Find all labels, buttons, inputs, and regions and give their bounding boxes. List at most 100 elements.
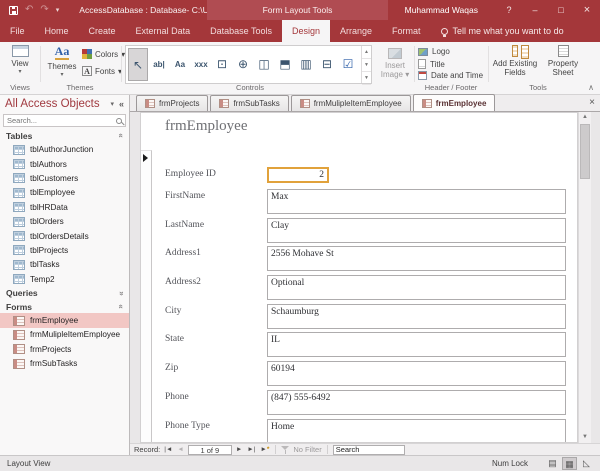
help-button[interactable]: ? <box>496 0 522 20</box>
last-record-button[interactable]: ►| <box>246 446 256 453</box>
nav-item-tblprojects[interactable]: tblProjects <box>0 243 129 257</box>
document-tab-frmprojects[interactable]: frmProjects <box>136 95 208 111</box>
layout-view-icon[interactable]: ▦ <box>562 457 577 470</box>
document-tab-frmsubtasks[interactable]: frmSubTasks <box>210 95 288 111</box>
ribbon-tab-arrange[interactable]: Arrange <box>330 20 382 42</box>
nav-search-input[interactable] <box>7 116 116 125</box>
nav-group-queries[interactable]: Queries« <box>0 286 129 300</box>
shutter-bar-icon[interactable]: « <box>119 99 124 109</box>
field-input-phone[interactable]: (847) 555-6492 <box>267 390 566 415</box>
field-input-firstname[interactable]: Max <box>267 189 566 214</box>
nav-item-temp2[interactable]: Temp2 <box>0 272 129 286</box>
vertical-scrollbar[interactable]: ▲ ▼ <box>578 112 591 443</box>
previous-record-button[interactable]: ◄ <box>176 446 184 453</box>
nav-item-tblemployee[interactable]: tblEmployee <box>0 186 129 200</box>
collapse-group-icon[interactable]: « <box>116 134 125 138</box>
nav-search-box[interactable] <box>3 114 126 127</box>
form-title[interactable]: frmEmployee <box>165 118 247 135</box>
view-button[interactable]: View ▾ <box>4 45 36 75</box>
redo-icon[interactable]: ↷ <box>40 5 48 15</box>
colors-button[interactable]: Colors ▾ <box>82 49 125 59</box>
themes-button[interactable]: Aa Themes ▾ <box>46 45 78 78</box>
record-search-input[interactable] <box>333 445 405 455</box>
ribbon-tab-external-data[interactable]: External Data <box>126 20 201 42</box>
gallery-more-icon[interactable]: ▼ <box>362 72 371 85</box>
field-input-phone-type[interactable]: Home <box>267 419 566 444</box>
combo-box-icon[interactable]: ⊟ <box>317 48 337 81</box>
close-document-icon[interactable]: × <box>589 97 595 108</box>
navigation-control-icon[interactable]: ⬒ <box>275 48 295 81</box>
hyperlink-icon[interactable]: ⊕ <box>233 48 253 81</box>
button-control-icon[interactable]: xxx <box>191 48 211 81</box>
nav-item-frmprojects[interactable]: frmProjects <box>0 342 129 356</box>
document-tab-frmemployee[interactable]: frmEmployee <box>413 94 496 111</box>
field-input-state[interactable]: IL <box>267 332 566 357</box>
nav-group-forms[interactable]: Forms« <box>0 300 129 314</box>
date-and-time-button[interactable]: Date and Time <box>418 71 483 80</box>
scroll-down-icon[interactable]: ▼ <box>579 432 591 443</box>
nav-item-frmemployee[interactable]: frmEmployee <box>0 313 129 327</box>
subform-icon[interactable]: ▥ <box>296 48 316 81</box>
nav-pane-title[interactable]: All Access Objects <box>5 98 110 110</box>
insert-image-button[interactable]: Insert Image ▾ <box>378 48 412 79</box>
nav-item-frmmulipleitememployee[interactable]: frmMulipleItemEmployee <box>0 328 129 342</box>
ribbon-tab-create[interactable]: Create <box>79 20 126 42</box>
field-input-address1[interactable]: 2556 Mohave St <box>267 246 566 271</box>
ribbon-tab-file[interactable]: File <box>0 20 35 42</box>
nav-item-tblorders[interactable]: tblOrders <box>0 214 129 228</box>
select-icon[interactable]: ↖ <box>128 48 148 81</box>
account-name[interactable]: Muhammad Waqas <box>405 5 478 15</box>
text-box-icon[interactable]: ab| <box>149 48 169 81</box>
nav-item-tblcustomers[interactable]: tblCustomers <box>0 171 129 185</box>
fonts-button[interactable]: A Fonts ▾ <box>82 66 122 76</box>
title-button[interactable]: Title <box>418 59 445 69</box>
field-input-zip[interactable]: 60194 <box>267 361 566 386</box>
scrollbar-thumb[interactable] <box>580 124 590 179</box>
scroll-up-icon[interactable]: ▲ <box>579 112 591 123</box>
filter-icon[interactable] <box>281 446 290 454</box>
nav-item-tblordersdetails[interactable]: tblOrdersDetails <box>0 229 129 243</box>
design-view-icon[interactable]: ◺ <box>579 457 594 470</box>
undo-icon[interactable]: ↶ <box>25 5 33 15</box>
gallery-scroll[interactable]: ▲ ▼ ▼ <box>361 46 371 83</box>
nav-item-tbltasks[interactable]: tblTasks <box>0 258 129 272</box>
minimize-button[interactable]: – <box>522 0 548 20</box>
record-position[interactable]: 1 of 9 <box>188 445 232 455</box>
ribbon-tab-design[interactable]: Design <box>282 20 330 42</box>
gallery-scroll-up-icon[interactable]: ▲ <box>362 46 371 59</box>
collapse-group-icon[interactable]: « <box>116 304 125 308</box>
next-record-button[interactable]: ► <box>235 446 243 453</box>
nav-group-tables[interactable]: Tables« <box>0 129 129 143</box>
nav-item-tblauthorjunction[interactable]: tblAuthorJunction <box>0 143 129 157</box>
maximize-button[interactable]: □ <box>548 0 574 20</box>
web-browser-control-icon[interactable]: ◫ <box>254 48 274 81</box>
label-control-icon[interactable]: Aa <box>170 48 190 81</box>
ribbon-tab-database-tools[interactable]: Database Tools <box>200 20 282 42</box>
ribbon-tab-home[interactable]: Home <box>35 20 79 42</box>
document-tab-frmmulipleitememployee[interactable]: frmMulipleItemEmployee <box>291 95 411 111</box>
property-sheet-button[interactable]: PropertySheet <box>540 45 586 77</box>
add-existing-fields-button[interactable]: Add ExistingFields <box>492 45 538 77</box>
new-record-button[interactable]: ►* <box>259 446 270 453</box>
expand-group-icon[interactable]: « <box>116 291 125 295</box>
nav-item-frmsubtasks[interactable]: frmSubTasks <box>0 357 129 371</box>
form-view-icon[interactable]: ▤ <box>545 457 560 470</box>
tab-control-icon[interactable]: ⊡ <box>212 48 232 81</box>
check-box-icon[interactable]: ☑ <box>338 48 358 81</box>
field-input-employee-id[interactable]: 2 <box>267 167 329 183</box>
logo-button[interactable]: Logo <box>418 47 450 56</box>
nav-item-tblhrdata[interactable]: tblHRData <box>0 200 129 214</box>
tell-me-box[interactable]: Tell me what you want to do <box>441 20 564 42</box>
field-input-lastname[interactable]: Clay <box>267 218 566 243</box>
nav-pane-menu-icon[interactable]: ▾ <box>110 100 114 108</box>
gallery-scroll-down-icon[interactable]: ▼ <box>362 59 371 72</box>
collapse-ribbon-icon[interactable]: ∧ <box>588 83 594 92</box>
field-input-address2[interactable]: Optional <box>267 275 566 300</box>
qat-customize-icon[interactable]: ▾ <box>56 6 60 14</box>
ribbon-tab-format[interactable]: Format <box>382 20 431 42</box>
no-filter-button[interactable]: No Filter <box>293 445 321 454</box>
save-icon[interactable] <box>9 6 18 15</box>
first-record-button[interactable]: |◄ <box>163 446 173 453</box>
close-button[interactable]: × <box>574 0 600 20</box>
field-input-city[interactable]: Schaumburg <box>267 304 566 329</box>
